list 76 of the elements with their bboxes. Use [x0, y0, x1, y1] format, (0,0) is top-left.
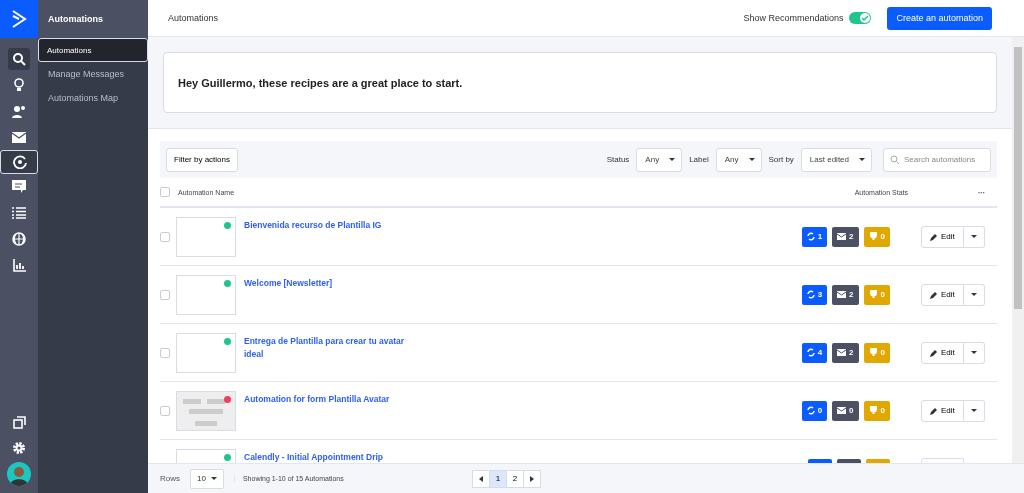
select-all-checkbox[interactable] — [160, 187, 170, 197]
filter-button[interactable]: Filter by actions — [166, 147, 239, 172]
automation-name-link[interactable]: Calendly - Initial Appointment Drip — [244, 451, 424, 463]
edit-button[interactable]: Edit — [921, 399, 964, 422]
next-page-button[interactable] — [522, 469, 541, 488]
row-checkbox[interactable] — [160, 231, 170, 242]
rows-label: Rows — [160, 474, 180, 483]
search-icon[interactable] — [8, 48, 30, 70]
edit-button[interactable]: Edit — [921, 225, 964, 248]
page-title: Automations — [168, 13, 220, 23]
pencil-icon — [930, 290, 938, 299]
automation-name-link[interactable]: Automation for form Plantilla Avatar — [244, 393, 424, 406]
stat-badge: 0 — [863, 342, 890, 363]
dropdown-button[interactable] — [963, 399, 985, 422]
chat-icon[interactable] — [12, 180, 26, 194]
pencil-icon — [930, 406, 938, 415]
automation-name-link[interactable]: Entrega de Plantilla para crear tu avatar ideal — [244, 335, 424, 361]
sidebar-item[interactable]: Manage Messages — [38, 62, 148, 86]
stat-badge: 0 — [832, 400, 859, 421]
stat-badge: 2 — [832, 284, 859, 305]
stat-badge: 4 — [801, 342, 828, 363]
greeting-text: Hey Guillermo, these recipes are a great place to start. — [178, 76, 463, 89]
dropdown-button[interactable] — [963, 283, 985, 306]
automation-name-link[interactable]: Welcome [Newsletter] — [244, 277, 424, 290]
avatar-icon[interactable] — [7, 462, 31, 486]
row-checkbox[interactable] — [160, 289, 170, 300]
envelope-icon[interactable] — [12, 131, 26, 143]
edit-button[interactable]: Edit — [921, 341, 964, 364]
stat-badge: 2 — [832, 342, 859, 363]
dropdown-button[interactable] — [963, 225, 985, 248]
stat-badge: 0 — [863, 400, 890, 421]
dropdown-button[interactable] — [963, 341, 985, 364]
logo-icon[interactable] — [0, 0, 38, 38]
workflow-thumbnail[interactable] — [176, 216, 236, 257]
edit-button[interactable]: Edit — [921, 283, 964, 306]
lightbulb-icon[interactable] — [13, 78, 25, 92]
copy-icon[interactable] — [12, 415, 26, 429]
filter-label: Label — [689, 155, 709, 164]
bar-chart-icon[interactable] — [12, 258, 26, 272]
automation-name-link[interactable]: Bienvenida recurso de Plantilla IG — [244, 219, 424, 232]
page-button[interactable]: 1 — [488, 469, 507, 488]
recommendations-toggle[interactable] — [849, 12, 872, 24]
previous-page-button[interactable] — [471, 469, 490, 488]
stat-badge: 1 — [801, 226, 828, 247]
stat-badge: 0 — [863, 226, 890, 247]
create-automation-button[interactable]: Create an automation — [887, 6, 992, 30]
automation-icon[interactable] — [13, 155, 27, 169]
people-icon[interactable] — [12, 104, 26, 118]
pencil-icon — [930, 232, 938, 241]
workflow-thumbnail[interactable] — [176, 390, 236, 431]
workflow-thumbnail[interactable] — [176, 332, 236, 373]
rows-dropdown[interactable]: 10 — [190, 468, 224, 489]
filter-dropdown[interactable]: Any — [715, 147, 762, 172]
filter-dropdown[interactable]: Last edited — [800, 147, 872, 172]
stat-badge: 0 — [863, 284, 890, 305]
check-icon — [861, 14, 870, 22]
toggle-label: Show Recommendations — [743, 13, 844, 23]
pencil-icon — [930, 348, 938, 357]
filter-dropdown[interactable]: Any — [636, 147, 683, 172]
globe-icon[interactable] — [12, 232, 26, 246]
stat-badge: 2 — [832, 226, 859, 247]
sidebar-item[interactable]: Automations Map — [38, 86, 148, 110]
row-checkbox[interactable] — [160, 347, 170, 358]
sidebar-item[interactable]: Automations — [38, 38, 148, 62]
sidebar-title: Automations — [38, 0, 148, 38]
filter-label: Status — [606, 155, 630, 164]
filter-label: Sort by — [768, 155, 794, 164]
page-button[interactable]: 2 — [505, 469, 524, 488]
row-checkbox[interactable] — [160, 405, 170, 416]
list-icon[interactable] — [12, 207, 26, 219]
stat-badge: 3 — [801, 284, 828, 305]
search-field[interactable]: Search automations — [883, 147, 991, 172]
workflow-thumbnail[interactable] — [176, 274, 236, 315]
stat-badge: 0 — [801, 400, 828, 421]
settings-icon[interactable] — [12, 441, 26, 455]
scrollbar[interactable] — [1012, 37, 1024, 463]
